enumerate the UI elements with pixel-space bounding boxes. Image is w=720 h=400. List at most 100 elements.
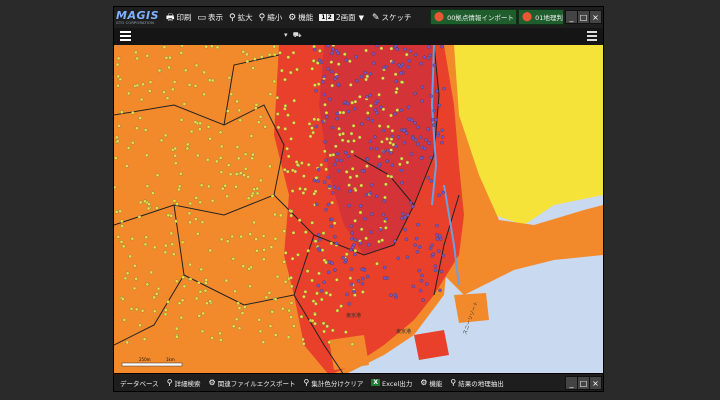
point-marker-dense bbox=[363, 71, 367, 75]
list-menu-icon[interactable] bbox=[587, 31, 597, 41]
point-marker bbox=[125, 340, 129, 345]
point-marker bbox=[353, 99, 358, 104]
point-marker-dense bbox=[420, 273, 424, 278]
point-marker bbox=[237, 306, 242, 310]
minimize-glyph: _ bbox=[569, 12, 574, 22]
point-marker bbox=[291, 231, 296, 235]
point-marker bbox=[315, 61, 320, 65]
point-marker bbox=[188, 262, 192, 267]
point-marker-dense bbox=[386, 148, 390, 153]
point-marker bbox=[166, 300, 170, 304]
point-marker-dense bbox=[389, 293, 393, 297]
sketch-button[interactable]: ✎ スケッチ bbox=[372, 12, 412, 23]
point-marker-dense bbox=[321, 80, 325, 84]
point-marker bbox=[316, 117, 320, 122]
excel-export-button[interactable]: X Excel出力 bbox=[371, 378, 412, 388]
point-marker bbox=[359, 183, 364, 188]
layer-dropdown[interactable]: ▾ ⛟ bbox=[284, 31, 302, 40]
point-marker bbox=[251, 66, 255, 70]
point-marker-dense bbox=[333, 268, 337, 272]
point-marker bbox=[315, 291, 319, 296]
point-marker-dense bbox=[419, 278, 424, 283]
point-marker bbox=[357, 135, 362, 140]
point-marker bbox=[289, 276, 293, 280]
point-marker bbox=[219, 144, 224, 149]
car-icon: ⛟ bbox=[292, 31, 302, 39]
point-marker-dense bbox=[419, 61, 423, 66]
display-button[interactable]: ▭ 表示 bbox=[198, 12, 224, 23]
point-marker-dense bbox=[354, 55, 358, 59]
features-button[interactable]: ⚙ 機能 bbox=[288, 12, 313, 23]
point-marker bbox=[318, 49, 322, 53]
point-marker bbox=[307, 122, 312, 126]
point-marker bbox=[235, 145, 240, 149]
result-extract-button[interactable]: ⚲ 結果の地理抽出 bbox=[450, 378, 503, 388]
point-marker bbox=[249, 134, 254, 138]
map-svg[interactable]: 東京港 東京港 スニーリゾート 250m 1km bbox=[114, 45, 603, 375]
panel-close-button[interactable]: × bbox=[589, 376, 602, 390]
point-marker bbox=[340, 138, 345, 142]
point-marker bbox=[188, 277, 193, 281]
database-tab[interactable]: データベース bbox=[120, 378, 159, 388]
monitor-icon: ▭ bbox=[197, 12, 207, 23]
point-marker-dense bbox=[403, 215, 407, 219]
point-marker bbox=[239, 234, 243, 239]
point-marker-dense bbox=[434, 117, 438, 122]
point-marker bbox=[117, 124, 121, 128]
point-marker bbox=[220, 186, 225, 191]
point-marker bbox=[172, 199, 177, 203]
point-marker bbox=[285, 146, 289, 151]
point-marker-dense bbox=[369, 230, 373, 234]
point-marker-dense bbox=[414, 236, 419, 241]
map-canvas[interactable]: 東京港 東京港 スニーリゾート 250m 1km bbox=[114, 45, 603, 375]
point-marker bbox=[208, 78, 212, 82]
point-marker bbox=[120, 110, 124, 114]
point-marker bbox=[173, 146, 177, 151]
print-button[interactable]: 🖶 印刷 bbox=[166, 10, 192, 26]
point-marker bbox=[219, 170, 224, 174]
point-marker bbox=[359, 227, 364, 232]
point-marker bbox=[121, 297, 125, 301]
point-marker bbox=[241, 50, 245, 54]
point-marker-dense bbox=[413, 91, 417, 96]
point-marker-dense bbox=[369, 183, 374, 187]
zoom-out-button[interactable]: ⚲ 縮小 bbox=[259, 12, 283, 23]
point-marker bbox=[268, 164, 272, 169]
gear-icon: ⚙ bbox=[208, 378, 216, 387]
point-marker bbox=[272, 52, 277, 57]
import-button[interactable]: ⬤ 00拠点情報インポート bbox=[430, 9, 517, 25]
point-marker-dense bbox=[324, 207, 328, 212]
point-marker-dense bbox=[334, 241, 339, 246]
point-marker bbox=[335, 278, 339, 282]
hamburger-menu-icon[interactable] bbox=[120, 31, 131, 43]
geo-extract-button[interactable]: ⬤ 01地理判抽出 bbox=[518, 9, 564, 25]
split-screen-button[interactable]: 1|2 2画面 ▼ bbox=[319, 12, 366, 23]
point-marker-dense bbox=[440, 45, 444, 49]
clear-color-button[interactable]: ⚲ 集計色分けクリア bbox=[304, 378, 364, 388]
point-marker-dense bbox=[422, 55, 427, 59]
point-marker bbox=[311, 59, 316, 63]
point-marker bbox=[364, 48, 368, 53]
point-marker-dense bbox=[410, 118, 414, 123]
zoom-in-button[interactable]: ⚲ 拡大 bbox=[229, 12, 253, 23]
point-marker-dense bbox=[330, 261, 334, 266]
point-marker bbox=[350, 100, 354, 105]
point-marker-dense bbox=[432, 123, 436, 127]
point-marker bbox=[297, 218, 302, 222]
point-marker-dense bbox=[418, 288, 423, 293]
point-marker-dense bbox=[404, 131, 409, 135]
point-marker-dense bbox=[373, 135, 377, 139]
point-marker bbox=[155, 206, 159, 210]
point-marker bbox=[331, 45, 336, 47]
point-marker-dense bbox=[438, 288, 442, 293]
point-marker bbox=[179, 172, 183, 176]
point-marker bbox=[275, 95, 280, 100]
close-button[interactable]: × bbox=[589, 10, 602, 24]
detail-search-button[interactable]: ⚲ 詳細検索 bbox=[167, 378, 201, 388]
point-marker-dense bbox=[361, 276, 365, 281]
point-marker-dense bbox=[366, 242, 371, 247]
point-marker bbox=[393, 72, 398, 77]
features-bottom-button[interactable]: ⚙ 機能 bbox=[420, 378, 442, 388]
point-marker-dense bbox=[399, 168, 404, 173]
file-export-button[interactable]: ⚙ 関連ファイルエクスポート bbox=[209, 378, 296, 388]
